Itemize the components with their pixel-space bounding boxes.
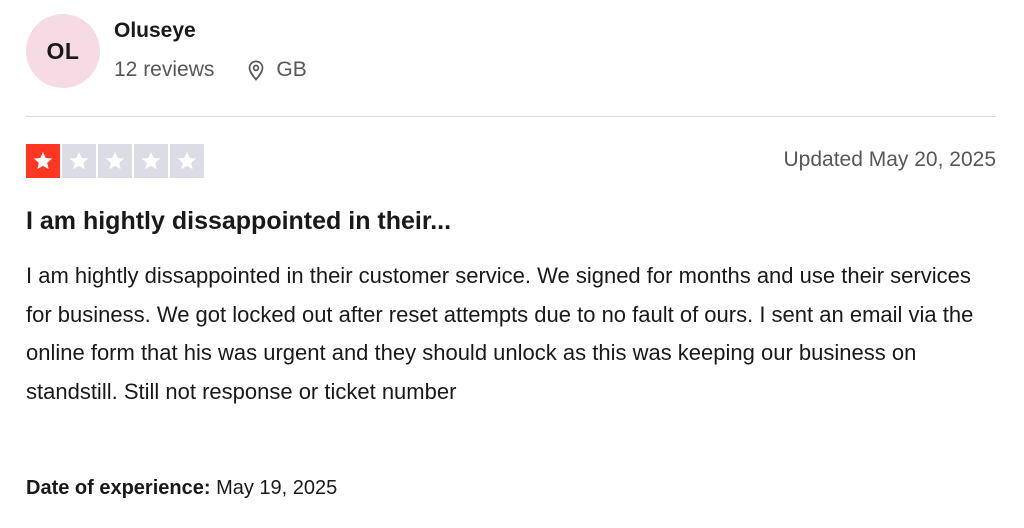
star-rating bbox=[26, 144, 204, 178]
star-empty-icon bbox=[98, 144, 132, 178]
review-count: 12 reviews bbox=[114, 58, 215, 81]
avatar[interactable]: OL bbox=[26, 14, 100, 88]
date-of-experience: Date of experience: May 19, 2025 bbox=[26, 477, 337, 500]
star-filled-icon bbox=[26, 144, 60, 178]
review-title[interactable]: I am hightly dissappointed in their... bbox=[26, 207, 451, 236]
star-empty-icon bbox=[170, 144, 204, 178]
date-of-experience-value: May 19, 2025 bbox=[216, 477, 338, 499]
review-updated-date: Updated May 20, 2025 bbox=[783, 148, 996, 171]
date-of-experience-label: Date of experience: bbox=[26, 477, 211, 499]
reviewer-country: GB bbox=[276, 58, 307, 81]
reviewer-name[interactable]: Oluseye bbox=[114, 19, 196, 43]
star-empty-icon bbox=[134, 144, 168, 178]
review-body: I am hightly dissappointed in their cust… bbox=[26, 263, 974, 404]
reviewer-meta: 12 reviews GB bbox=[114, 56, 307, 84]
review-card: OL Oluseye 12 reviews GB Updated May 20,… bbox=[0, 0, 1024, 528]
location-pin-icon bbox=[244, 58, 268, 82]
divider bbox=[26, 116, 996, 117]
star-empty-icon bbox=[62, 144, 96, 178]
